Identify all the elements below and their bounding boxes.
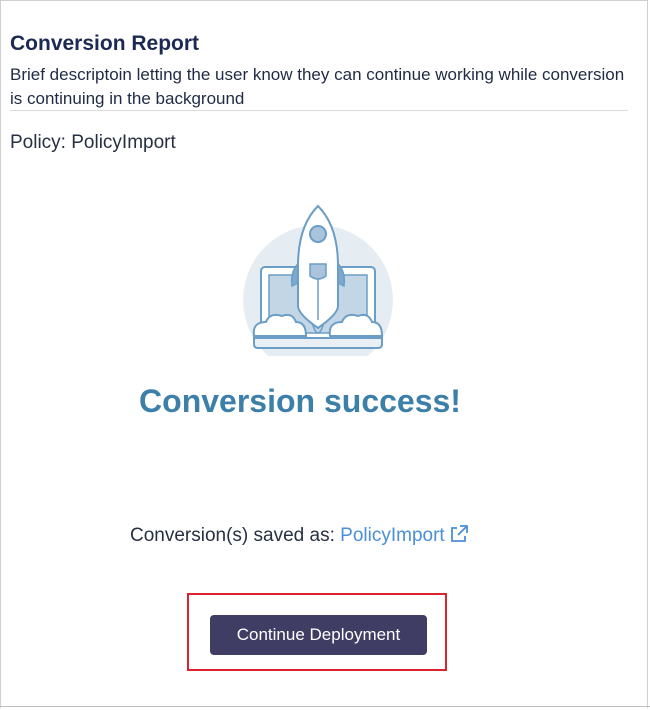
continue-deployment-button[interactable]: Continue Deployment bbox=[210, 615, 427, 655]
report-title: Conversion Report bbox=[10, 32, 200, 55]
bottom-divider bbox=[0, 706, 650, 707]
rocket-launch-laptop-icon bbox=[243, 204, 393, 356]
saved-policy-link[interactable]: PolicyImport bbox=[340, 525, 445, 546]
saved-as-line: Conversion(s) saved as: PolicyImport bbox=[130, 524, 469, 547]
report-description: Brief descriptoin letting the user know … bbox=[10, 65, 625, 108]
header-divider bbox=[10, 110, 628, 111]
external-link-icon[interactable] bbox=[449, 524, 469, 544]
saved-as-prefix: Conversion(s) saved as: bbox=[130, 525, 341, 546]
policy-label: Policy: PolicyImport bbox=[10, 132, 176, 153]
success-message: Conversion success! bbox=[139, 383, 461, 419]
